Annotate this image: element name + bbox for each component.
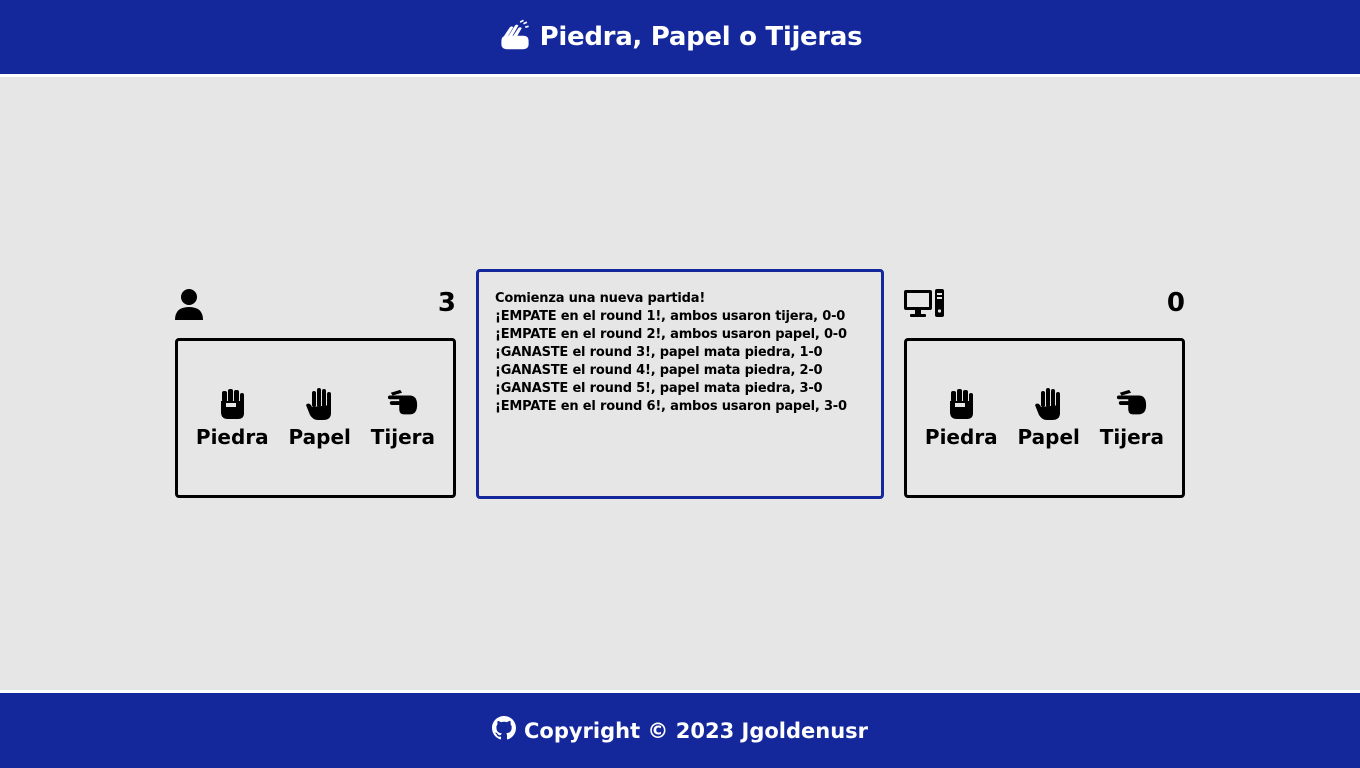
player-choice-papel[interactable]: Papel	[289, 387, 351, 449]
choice-label: Tijera	[1099, 425, 1165, 449]
fist-icon	[216, 387, 248, 425]
computer-score: 0	[1166, 288, 1185, 318]
github-icon[interactable]	[491, 716, 516, 745]
scissors-hand-icon	[387, 387, 419, 425]
player-choice-piedra[interactable]: Piedra	[196, 387, 269, 449]
computer-choice-tijera: Tijera	[1100, 387, 1164, 449]
hand-sign-icon	[498, 17, 532, 58]
computer-choice-piedra: Piedra	[925, 387, 998, 449]
footer-text: Copyright © 2023 Jgoldenusr	[523, 718, 869, 743]
open-hand-icon	[1033, 387, 1065, 425]
page-title: Piedra, Papel o Tijeras	[498, 17, 863, 58]
computer-choice-papel: Papel	[1018, 387, 1080, 449]
footer-bar: Copyright © 2023 Jgoldenusr	[0, 690, 1360, 768]
choice-label: Papel	[288, 425, 351, 449]
log-line: ¡GANASTE el round 5!, papel mata piedra,…	[495, 381, 823, 396]
player-score: 3	[437, 288, 456, 318]
choice-label: Piedra	[195, 425, 269, 449]
scissors-hand-icon	[1116, 387, 1148, 425]
page-title-text: Piedra, Papel o Tijeras	[539, 22, 863, 52]
header-bar: Piedra, Papel o Tijeras	[0, 0, 1360, 77]
choice-label: Papel	[1017, 425, 1080, 449]
computer-choice-box: Piedra Papel Tijera	[904, 338, 1185, 498]
user-icon	[175, 288, 205, 322]
log-line: ¡EMPATE en el round 6!, ambos usaron pap…	[495, 399, 847, 414]
log-line: ¡GANASTE el round 3!, papel mata piedra,…	[495, 345, 823, 360]
fist-icon	[945, 387, 977, 425]
log-line: Comienza una nueva partida!	[495, 291, 706, 306]
log-line: ¡EMPATE en el round 2!, ambos usaron pap…	[495, 327, 847, 342]
desktop-computer-icon	[904, 288, 946, 322]
computer-header: 0	[904, 288, 1185, 328]
log-line: ¡EMPATE en el round 1!, ambos usaron tij…	[495, 309, 846, 324]
footer-copyright: Copyright © 2023 Jgoldenusr	[491, 716, 869, 745]
log-line: ¡GANASTE el round 4!, papel mata piedra,…	[495, 363, 823, 378]
player-choice-box: Piedra Papel Tijera	[175, 338, 456, 498]
player-choice-tijera[interactable]: Tijera	[371, 387, 435, 449]
game-log: Comienza una nueva partida! ¡EMPATE en e…	[476, 269, 884, 499]
player-header: 3	[175, 288, 456, 328]
open-hand-icon	[304, 387, 336, 425]
choice-label: Tijera	[370, 425, 436, 449]
choice-label: Piedra	[924, 425, 998, 449]
